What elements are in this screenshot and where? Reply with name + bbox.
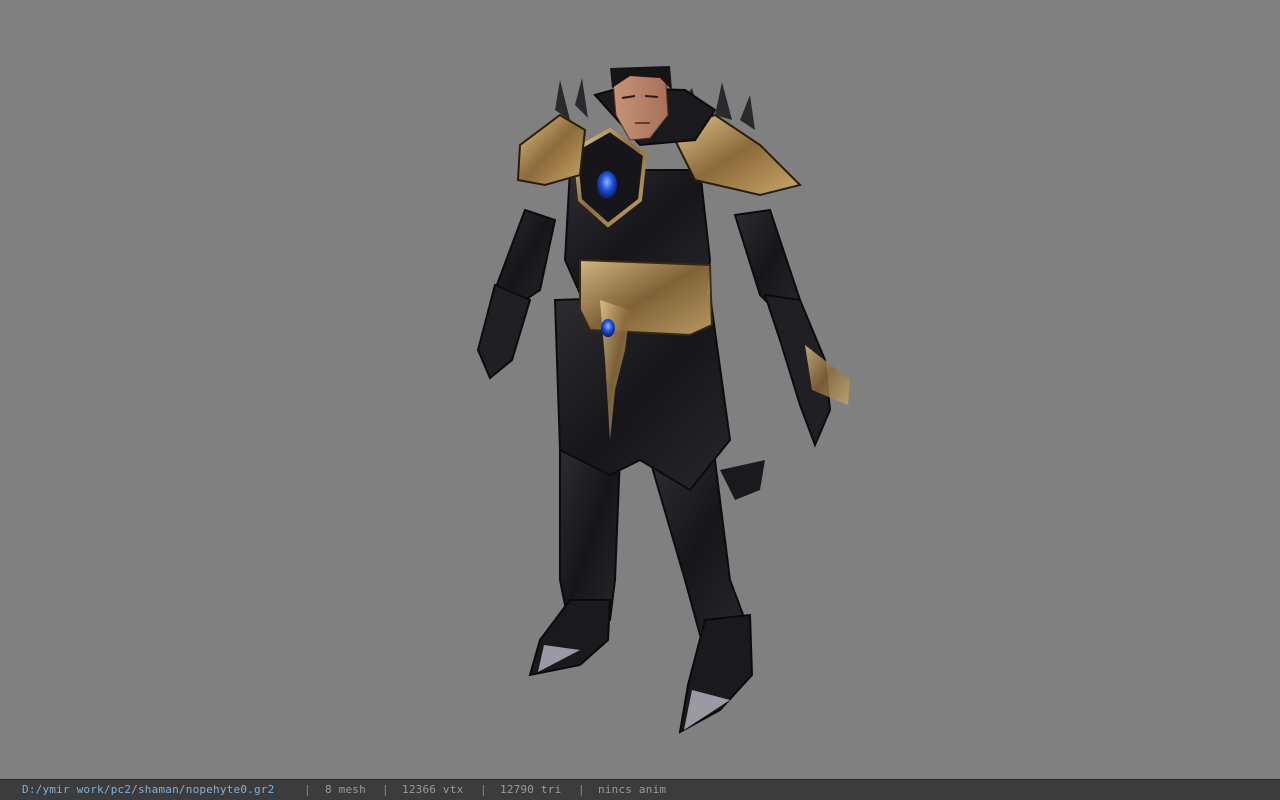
status-bar: D:/ymir work/pc2/shaman/nopehyte0.gr2 | … [0, 779, 1280, 800]
separator: | [578, 783, 585, 796]
vertex-count: 12366 vtx [402, 783, 464, 796]
animation-status: nincs anim [598, 783, 667, 796]
separator: | [480, 783, 487, 796]
separator: | [304, 783, 311, 796]
mesh-count: 8 mesh [325, 783, 366, 796]
character-model[interactable] [460, 60, 880, 740]
separator: | [382, 783, 389, 796]
3d-viewport[interactable] [0, 0, 1280, 779]
triangle-count: 12790 tri [500, 783, 562, 796]
file-path: D:/ymir work/pc2/shaman/nopehyte0.gr2 [22, 783, 275, 796]
